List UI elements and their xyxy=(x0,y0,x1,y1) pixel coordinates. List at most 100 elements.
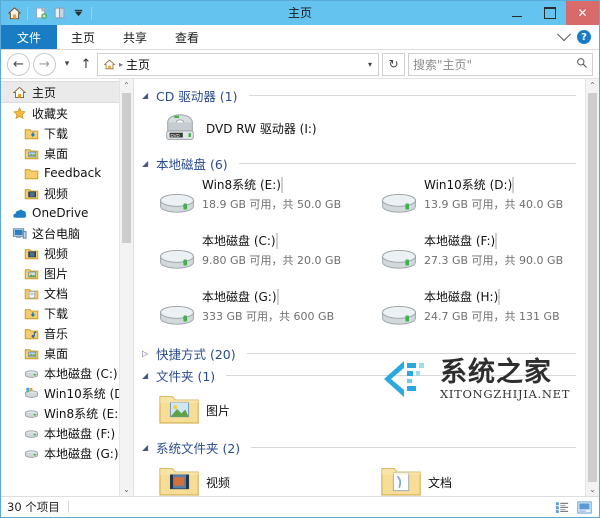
group-system-folders: ◢ 系统文件夹 (2) 视频文档 xyxy=(142,437,586,496)
group-header[interactable]: ◢ CD 驱动器 (1) xyxy=(142,85,586,105)
nav-scroll-up-icon[interactable]: ⌃ xyxy=(120,79,133,92)
details-view-icon[interactable] xyxy=(553,499,571,515)
tab-share[interactable]: 共享 xyxy=(109,25,161,49)
quick-access-toolbar xyxy=(1,5,94,22)
navigation-list: 主页收藏夹下载桌面Feedback视频OneDrive这台电脑视频图片文档下载音… xyxy=(1,79,133,496)
tab-file[interactable]: 文件 xyxy=(1,25,57,49)
search-icon[interactable] xyxy=(576,57,588,72)
home-icon[interactable] xyxy=(6,5,23,22)
sidebar-item-12[interactable]: 音乐 xyxy=(1,323,133,343)
sidebar-item-label: 文档 xyxy=(44,285,68,302)
address-dropdown-icon[interactable]: ▾ xyxy=(368,60,374,69)
sidebar-item-label: Win10系统 (D xyxy=(44,385,124,402)
folder-item[interactable]: 图片 xyxy=(142,385,364,435)
forward-button[interactable]: → xyxy=(33,53,56,76)
group-header[interactable]: ◢ 系统文件夹 (2) xyxy=(142,437,586,457)
nav-scroll-down-icon[interactable]: ⌄ xyxy=(120,483,133,496)
content-scroll-down-icon[interactable]: ⌄ xyxy=(586,483,599,496)
quick-access-dropdown-icon[interactable] xyxy=(70,5,87,22)
sidebar-item-5[interactable]: 视频 xyxy=(1,183,133,203)
group-header[interactable]: ▷ 快捷方式 (20) xyxy=(142,343,586,363)
help-icon[interactable]: ? xyxy=(577,30,591,44)
back-button[interactable]: ← xyxy=(7,53,30,76)
sidebar-item-label: 本地磁盘 (C:) xyxy=(44,365,118,382)
sidebar-item-7[interactable]: 这台电脑 xyxy=(1,223,133,243)
maximize-button[interactable] xyxy=(533,1,566,25)
content-scroll-up-icon[interactable]: ⌃ xyxy=(586,79,599,92)
folder-item[interactable]: 文档 xyxy=(364,457,586,496)
chevron-down-icon[interactable] xyxy=(557,27,571,41)
drive-name: 本地磁盘 (C:) xyxy=(202,234,276,248)
sidebar-item-11[interactable]: 下载 xyxy=(1,303,133,323)
address-bar: ← → ▾ ↑ ▸ 主页 ▾ ↻ 搜索"主页" xyxy=(1,50,599,78)
sidebar-item-label: 桌面 xyxy=(44,345,68,362)
drive-item[interactable]: 本地磁盘 (C:)9.80 GB 可用，共 20.0 GB xyxy=(142,229,364,285)
group-divider xyxy=(251,447,576,448)
sidebar-item-4[interactable]: Feedback xyxy=(1,163,133,183)
drive-usage-bar xyxy=(277,289,279,305)
refresh-button[interactable]: ↻ xyxy=(382,53,405,76)
sidebar-item-label: 主页 xyxy=(32,84,56,101)
tab-view[interactable]: 查看 xyxy=(161,25,213,49)
up-button[interactable]: ↑ xyxy=(78,54,94,75)
address-path-field[interactable]: ▸ 主页 ▾ xyxy=(97,53,379,76)
sidebar-item-16[interactable]: Win8系统 (E:) xyxy=(1,403,133,423)
sidebar-item-3[interactable]: 桌面 xyxy=(1,143,133,163)
search-input[interactable]: 搜索"主页" xyxy=(408,53,593,76)
sidebar-item-6[interactable]: OneDrive xyxy=(1,203,133,223)
content-pane: ◢ CD 驱动器 (1) DVD xyxy=(134,79,599,496)
sidebar-item-13[interactable]: 桌面 xyxy=(1,343,133,363)
collapse-triangle-icon[interactable]: ▷ xyxy=(142,349,151,358)
this-pc-icon xyxy=(11,225,27,241)
sidebar-item-17[interactable]: 本地磁盘 (F:) xyxy=(1,423,133,443)
system-folder-grid: 视频文档 xyxy=(142,457,586,496)
sidebar-item-label: 收藏夹 xyxy=(32,105,68,122)
minimize-button[interactable] xyxy=(500,1,533,25)
home-icon xyxy=(11,84,27,100)
music-folder-icon xyxy=(23,325,39,341)
group-header[interactable]: ◢ 文件夹 (1) xyxy=(142,365,586,385)
expand-triangle-icon[interactable]: ◢ xyxy=(142,371,151,380)
sidebar-item-10[interactable]: 文档 xyxy=(1,283,133,303)
drive-usage-bar xyxy=(276,233,278,249)
new-folder-icon[interactable] xyxy=(32,5,49,22)
drive-item[interactable]: Win8系统 (E:)18.9 GB 可用，共 50.0 GB xyxy=(142,173,364,229)
expand-triangle-icon[interactable]: ◢ xyxy=(142,443,151,452)
expand-triangle-icon[interactable]: ◢ xyxy=(142,159,151,168)
navigation-scrollbar[interactable]: ⌃ ⌄ xyxy=(119,79,133,496)
drive-icon xyxy=(23,425,39,441)
sidebar-item-2[interactable]: 下载 xyxy=(1,123,133,143)
drive-item[interactable]: Win10系统 (D:)13.9 GB 可用，共 40.0 GB xyxy=(364,173,586,229)
list-item[interactable]: DVD DVD RW 驱动器 (I:) xyxy=(142,105,586,151)
onedrive-icon xyxy=(11,205,27,221)
recent-locations-button[interactable]: ▾ xyxy=(59,54,75,75)
desktop-folder-icon xyxy=(23,145,39,161)
folder-icon xyxy=(23,165,39,181)
drive-item[interactable]: 本地磁盘 (G:)333 GB 可用，共 600 GB xyxy=(142,285,364,341)
sidebar-item-1[interactable]: 收藏夹 xyxy=(1,103,133,123)
sidebar-item-0[interactable]: 主页 xyxy=(1,81,133,103)
large-icons-view-icon[interactable] xyxy=(575,499,593,515)
sidebar-item-18[interactable]: 本地磁盘 (G:) xyxy=(1,443,133,463)
drive-capacity: 27.3 GB 可用，共 90.0 GB xyxy=(424,252,582,268)
sidebar-item-8[interactable]: 视频 xyxy=(1,243,133,263)
drive-item[interactable]: 本地磁盘 (H:)24.7 GB 可用，共 131 GB xyxy=(364,285,586,341)
expand-triangle-icon[interactable]: ◢ xyxy=(142,91,151,100)
sidebar-item-15[interactable]: Win10系统 (D xyxy=(1,383,133,403)
drive-icon xyxy=(154,176,200,220)
group-cd-drives: ◢ CD 驱动器 (1) DVD xyxy=(142,85,586,151)
group-header[interactable]: ◢ 本地磁盘 (6) xyxy=(142,153,586,173)
sidebar-item-9[interactable]: 图片 xyxy=(1,263,133,283)
drive-usage-bar xyxy=(281,177,283,193)
content-scroll-thumb[interactable] xyxy=(588,93,597,482)
group-divider xyxy=(226,375,576,376)
nav-scroll-thumb[interactable] xyxy=(122,93,131,243)
close-button[interactable]: ✕ xyxy=(566,1,599,25)
properties-icon[interactable] xyxy=(51,5,68,22)
breadcrumb[interactable]: 主页 xyxy=(126,56,150,73)
tab-home[interactable]: 主页 xyxy=(57,25,109,49)
content-scrollbar[interactable]: ⌃ ⌄ xyxy=(585,79,599,496)
drive-item[interactable]: 本地磁盘 (F:)27.3 GB 可用，共 90.0 GB xyxy=(364,229,586,285)
folder-item[interactable]: 视频 xyxy=(142,457,364,496)
sidebar-item-14[interactable]: 本地磁盘 (C:) xyxy=(1,363,133,383)
